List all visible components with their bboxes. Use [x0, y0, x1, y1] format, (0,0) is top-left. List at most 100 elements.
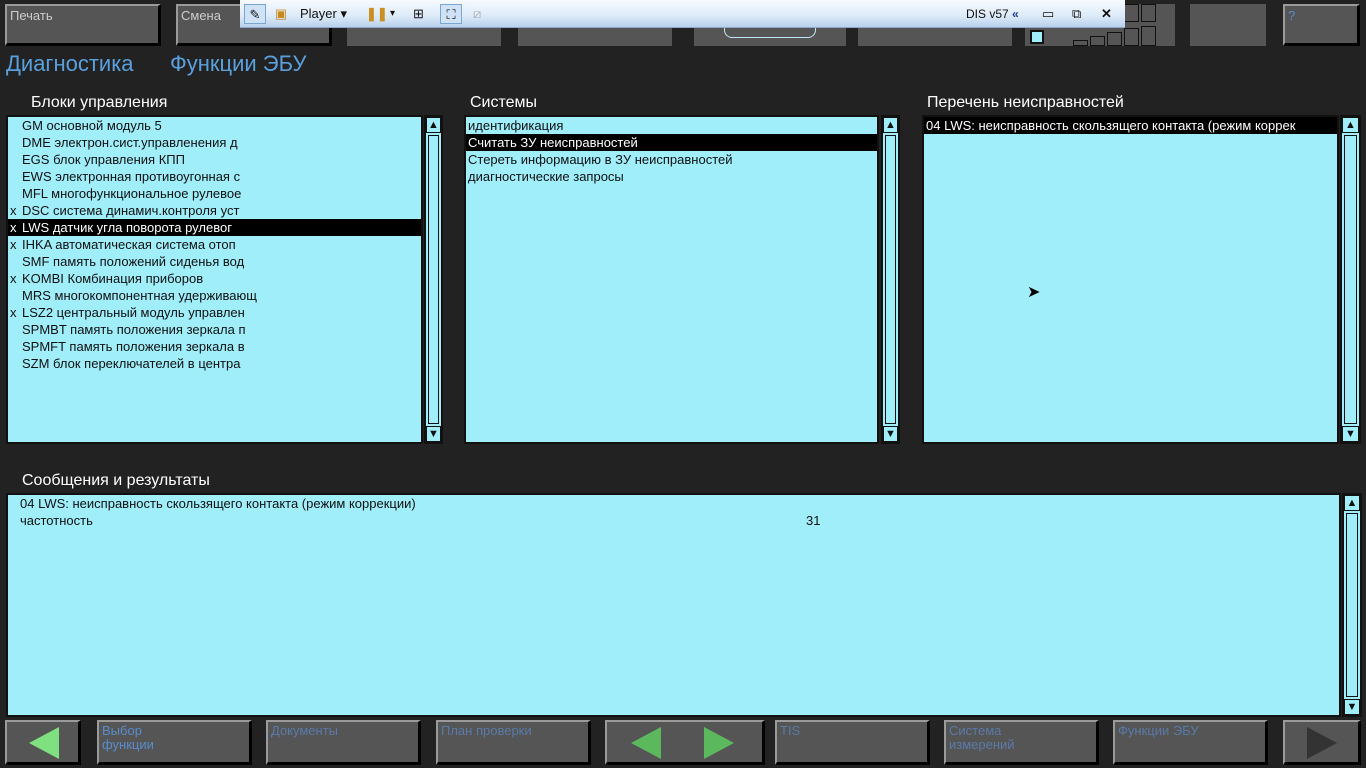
list-item[interactable]: x LSZ2 центральный модуль управлен [8, 304, 421, 321]
next-icon [704, 727, 734, 759]
systems-list[interactable]: идентификация Считать ЗУ неисправностей Ст… [464, 115, 879, 444]
documents-button[interactable]: Документы [266, 720, 421, 765]
list-item-label: 04 LWS: неисправность скользящего контак… [926, 118, 1296, 133]
list-item[interactable]: SZM блок переключателей в центра [8, 355, 421, 372]
status-mark: x [10, 237, 17, 252]
frequency-label: частотность [20, 513, 93, 528]
breadcrumb-current: Функции ЭБУ [170, 51, 307, 76]
fullscreen-icon[interactable]: ⛶ [440, 4, 462, 24]
player-menu[interactable]: Player ▾ [300, 4, 347, 24]
help-label: ? [1288, 8, 1296, 23]
list-item-label: EGS блок управления КПП [22, 152, 185, 167]
list-item-label: KOMBI Комбинация приборов [22, 271, 204, 286]
message-line: 04 LWS: неисправность скользящего контак… [20, 496, 416, 511]
faults-list[interactable]: 04 LWS: неисправность скользящего контак… [922, 115, 1339, 444]
pause-dropdown-icon[interactable]: ▾ [390, 4, 395, 24]
monitor-icon [1030, 30, 1044, 44]
back-button[interactable] [5, 720, 81, 765]
unity-icon[interactable]: ⧄ [473, 4, 481, 24]
list-item[interactable]: диагностические запросы [466, 168, 877, 185]
control-units-header: Блоки управления [31, 94, 168, 111]
player-label: Player [300, 6, 337, 21]
list-item[interactable]: Стереть информацию в ЗУ неисправностей [466, 151, 877, 168]
list-item[interactable]: SMF память положений сиденья вод [8, 253, 421, 270]
list-item[interactable]: x IHKA автоматическая система отоп [8, 236, 421, 253]
list-item-label: LSZ2 центральный модуль управлен [22, 305, 245, 320]
minimize-icon[interactable]: ▭ [1042, 4, 1054, 24]
list-item[interactable]: 04 LWS: неисправность скользящего контак… [924, 117, 1337, 134]
systems-scrollbar[interactable]: ▲ ▼ [881, 115, 900, 444]
change-label: Смена [181, 8, 221, 23]
list-item-label: GM основной модуль 5 [22, 118, 162, 133]
forward-button[interactable] [1283, 720, 1361, 765]
select-function-label: Выбор функции [102, 723, 154, 752]
collapse-icon[interactable]: « [1012, 7, 1019, 21]
app-version: DIS v57 « [966, 4, 1019, 24]
messages-box: 04 LWS: неисправность скользящего контак… [6, 493, 1341, 717]
ecu-functions-button[interactable]: Функции ЭБУ [1113, 720, 1268, 765]
list-item-label: SPMFT память положения зеркала в [22, 339, 245, 354]
list-item-label: Стереть информацию в ЗУ неисправностей [468, 152, 733, 167]
arrow-left-icon [29, 727, 59, 759]
list-item-label: DME электрон.сист.управленения д [22, 135, 238, 150]
list-item-label: SPMBT память положения зеркала п [22, 322, 246, 337]
close-icon[interactable]: ✕ [1101, 4, 1112, 24]
pause-icon[interactable]: ❚❚ [366, 4, 388, 24]
print-button[interactable]: Печать [5, 4, 161, 46]
list-item[interactable]: SPMBT память положения зеркала п [8, 321, 421, 338]
control-units-scrollbar[interactable]: ▲ ▼ [424, 115, 443, 444]
list-item[interactable]: x DSC система динамич.контроля уст [8, 202, 421, 219]
list-item[interactable]: MFL многофункциональное рулевое [8, 185, 421, 202]
list-item-label: SZM блок переключателей в центра [22, 356, 241, 371]
pin-icon[interactable]: ✎ [244, 4, 266, 24]
list-item[interactable]: EGS блок управления КПП [8, 151, 421, 168]
list-item[interactable]: MRS многокомпонентная удерживающ [8, 287, 421, 304]
status-mark: x [10, 220, 17, 235]
faults-scrollbar[interactable]: ▲ ▼ [1340, 115, 1361, 444]
tis-label: TIS [780, 723, 801, 738]
list-item[interactable]: Считать ЗУ неисправностей [466, 134, 877, 151]
scroll-up-icon[interactable]: ▲ [426, 117, 441, 133]
control-units-list[interactable]: GM основной модуль 5 DME электрон.сист.уп… [6, 115, 423, 444]
scroll-down-icon[interactable]: ▼ [426, 426, 441, 442]
measurement-label: Система измерений [949, 723, 1015, 752]
scroll-up-icon[interactable]: ▲ [883, 117, 898, 133]
list-item[interactable]: DME электрон.сист.управленения д [8, 134, 421, 151]
list-item-label: IHKA автоматическая система отоп [22, 237, 236, 252]
scroll-up-icon[interactable]: ▲ [1344, 495, 1360, 511]
frequency-row: частотность 31 [18, 512, 1329, 529]
restore-icon[interactable]: ⧉ [1072, 4, 1081, 24]
list-item-label: EWS электронная противоугонная с [22, 169, 241, 184]
documents-label: Документы [271, 723, 339, 738]
select-function-button[interactable]: Выбор функции [97, 720, 252, 765]
test-plan-label: План проверки [441, 723, 532, 738]
top-button-8[interactable] [1190, 4, 1266, 46]
tis-button[interactable]: TIS [775, 720, 930, 765]
print-label: Печать [10, 8, 53, 23]
list-item[interactable]: идентификация [466, 117, 877, 134]
messages-scrollbar[interactable]: ▲ ▼ [1342, 493, 1362, 717]
list-item[interactable]: SPMFT память положения зеркала в [8, 338, 421, 355]
list-item[interactable]: x LWS датчик угла поворота рулевог [8, 219, 421, 236]
breadcrumb-root: Диагностика [6, 51, 134, 76]
scroll-up-icon[interactable]: ▲ [1342, 117, 1359, 133]
list-item-label: Считать ЗУ неисправностей [468, 135, 638, 150]
prev-next-button[interactable] [605, 720, 765, 765]
test-plan-button[interactable]: План проверки [436, 720, 591, 765]
list-item[interactable]: EWS электронная противоугонная с [8, 168, 421, 185]
messages-header: Сообщения и результаты [22, 472, 210, 489]
help-button[interactable]: ? [1283, 4, 1360, 46]
network-icon[interactable]: ⊞ [413, 4, 424, 24]
list-item-label: LWS датчик угла поворота рулевог [22, 220, 232, 235]
vm-icon[interactable]: ▣ [272, 4, 290, 24]
list-item[interactable]: x KOMBI Комбинация приборов [8, 270, 421, 287]
measurement-system-button[interactable]: Система измерений [944, 720, 1099, 765]
scroll-down-icon[interactable]: ▼ [1344, 699, 1360, 715]
mouse-cursor-icon: ➤ [1027, 284, 1041, 301]
faults-header: Перечень неисправностей [927, 94, 1124, 111]
scroll-down-icon[interactable]: ▼ [1342, 426, 1359, 442]
list-item-label: MRS многокомпонентная удерживающ [22, 288, 257, 303]
status-mark: x [10, 203, 17, 218]
list-item[interactable]: GM основной модуль 5 [8, 117, 421, 134]
scroll-down-icon[interactable]: ▼ [883, 426, 898, 442]
